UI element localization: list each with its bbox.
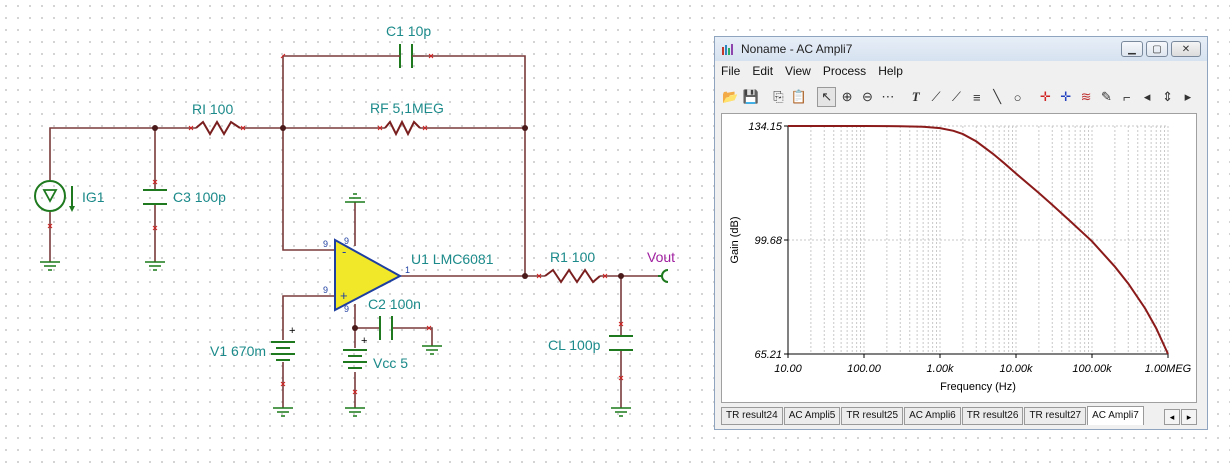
- y-tick-label: 134.15: [748, 121, 783, 133]
- updown-icon[interactable]: ⇕: [1158, 87, 1176, 107]
- r1-label: R1 100: [550, 249, 595, 265]
- terminal-ticks: [47, 53, 624, 395]
- c1-label: C1 10p: [386, 23, 431, 39]
- grid-icon[interactable]: ⋯: [879, 87, 897, 107]
- right-icon[interactable]: ▸: [1179, 87, 1197, 107]
- gain-chart: 134.15 99.68 65.21 10.00 100.00 1.00k 10.00k 10…: [729, 121, 1192, 393]
- x-tick-label: 1.00k: [927, 363, 954, 375]
- tab-ac-ampli7[interactable]: AC Ampli7: [1087, 406, 1144, 425]
- marker-a-icon[interactable]: ✛: [1036, 87, 1054, 107]
- tab-tr-result27[interactable]: TR result27: [1024, 407, 1087, 425]
- menu-bar: File Edit View Process Help: [715, 61, 1207, 81]
- zoom-out-icon[interactable]: ⊖: [858, 87, 876, 107]
- c3-capacitor[interactable]: [143, 189, 167, 205]
- y-tick-label: 99.68: [754, 235, 782, 247]
- c2-label: C2 100n: [368, 296, 421, 312]
- pointer-icon[interactable]: ↖: [817, 87, 836, 107]
- pin-label: 9: [323, 285, 328, 295]
- y-axis-label: Gain (dB): [729, 216, 741, 263]
- menu-file[interactable]: File: [721, 64, 740, 78]
- x-axis-label: Frequency (Hz): [940, 381, 1016, 393]
- circle-icon[interactable]: ○: [1008, 87, 1026, 107]
- vcc-battery[interactable]: [343, 349, 367, 369]
- ig1-label: IG1: [82, 189, 105, 205]
- v1-label: V1 670m: [210, 343, 266, 359]
- copy-icon[interactable]: ⎘: [769, 87, 787, 107]
- ri-resistor[interactable]: [195, 120, 241, 136]
- tab-ac-ampli6[interactable]: AC Ampli6: [904, 407, 961, 425]
- minimize-button[interactable]: ▁: [1121, 41, 1143, 57]
- tab-scroll-right-button[interactable]: ▸: [1181, 409, 1197, 425]
- u1-label: U1 LMC6081: [411, 251, 494, 267]
- save-icon[interactable]: 💾: [741, 87, 759, 107]
- x-tick-label: 100.00k: [1072, 363, 1112, 375]
- gain-plot[interactable]: 134.15 99.68 65.21 10.00 100.00 1.00k 10.00k 10…: [721, 113, 1197, 403]
- c1-capacitor[interactable]: [398, 44, 424, 68]
- probe-icon[interactable]: ✎: [1097, 87, 1115, 107]
- ig1-current-source[interactable]: [34, 180, 75, 212]
- menu-view[interactable]: View: [785, 64, 811, 78]
- schematic-canvas[interactable]: - + 9 9 9 9 1 + + C1 10p RF 5,1MEG RI 10…: [0, 0, 700, 472]
- cl-label: CL 100p: [548, 337, 601, 353]
- cursor-b-icon[interactable]: ⟋: [947, 87, 965, 107]
- text-icon[interactable]: T: [907, 87, 925, 107]
- window-title: Noname - AC Ampli7: [741, 42, 853, 56]
- rf-resistor[interactable]: [384, 119, 421, 137]
- v1-plus-sign: +: [289, 325, 295, 337]
- hatch-icon[interactable]: ≡: [968, 87, 986, 107]
- x-tick-label: 10.00: [774, 363, 802, 375]
- tab-tr-result26[interactable]: TR result26: [961, 407, 1024, 425]
- r1-resistor[interactable]: [544, 268, 601, 284]
- v1-battery[interactable]: [271, 341, 295, 361]
- paste-icon[interactable]: 📋: [790, 87, 808, 107]
- ri-label: RI 100: [192, 101, 233, 117]
- toolbar: 📂 💾 ⎘ 📋 ↖ ⊕ ⊖ ⋯ T ⟋ ⟋ ≡ ╲ ○ ✛ ✛ ≋ ✎ ⌐ ◂ …: [721, 85, 1197, 109]
- vcc-label: Vcc 5: [373, 355, 408, 371]
- vout-connector[interactable]: [658, 269, 669, 283]
- x-tick-label: 100.00: [847, 363, 882, 375]
- vout-label: Vout: [647, 249, 675, 265]
- add-trace-icon[interactable]: ≋: [1077, 87, 1095, 107]
- tab-ac-ampli5[interactable]: AC Ampli5: [783, 407, 841, 425]
- menu-edit[interactable]: Edit: [752, 64, 773, 78]
- pin-label: 1: [405, 265, 410, 275]
- tab-tr-result25[interactable]: TR result25: [841, 407, 904, 425]
- opamp-plus: +: [340, 288, 348, 303]
- c3-label: C3 100p: [173, 189, 226, 205]
- left-icon[interactable]: ◂: [1138, 87, 1156, 107]
- close-button[interactable]: ✕: [1171, 41, 1201, 57]
- title-bar[interactable]: Noname - AC Ampli7 ▁ ▢ ✕: [715, 37, 1207, 61]
- cl-capacitor[interactable]: [609, 335, 633, 351]
- cursor-a-icon[interactable]: ⟋: [927, 87, 945, 107]
- menu-process[interactable]: Process: [823, 64, 866, 78]
- open-icon[interactable]: 📂: [721, 87, 739, 107]
- pin-label: 9: [344, 236, 349, 246]
- pin-label: 9: [323, 239, 328, 249]
- x-tick-label: 1.00MEG: [1145, 363, 1192, 375]
- c2-capacitor[interactable]: [379, 316, 393, 340]
- marker-b-icon[interactable]: ✛: [1057, 87, 1075, 107]
- menu-help[interactable]: Help: [878, 64, 903, 78]
- pin-label: 9: [344, 304, 349, 314]
- x-tick-label: 10.00k: [999, 363, 1033, 375]
- tab-tr-result24[interactable]: TR result24: [721, 407, 783, 425]
- line-icon[interactable]: ╲: [988, 87, 1006, 107]
- maximize-button[interactable]: ▢: [1146, 41, 1168, 57]
- ac-analysis-window[interactable]: Noname - AC Ampli7 ▁ ▢ ✕ File Edit View …: [714, 36, 1208, 430]
- zoom-in-icon[interactable]: ⊕: [838, 87, 856, 107]
- app-icon: [722, 44, 733, 55]
- vcc-plus-sign: +: [361, 335, 367, 347]
- result-tabs: TR result24 AC Ampli5 TR result25 AC Amp…: [721, 405, 1197, 425]
- y-tick-label: 65.21: [754, 349, 782, 361]
- opamp-minus: -: [342, 244, 346, 259]
- rf-label: RF 5,1MEG: [370, 100, 444, 116]
- tab-scroll-left-button[interactable]: ◂: [1164, 409, 1180, 425]
- angle-icon[interactable]: ⌐: [1118, 87, 1136, 107]
